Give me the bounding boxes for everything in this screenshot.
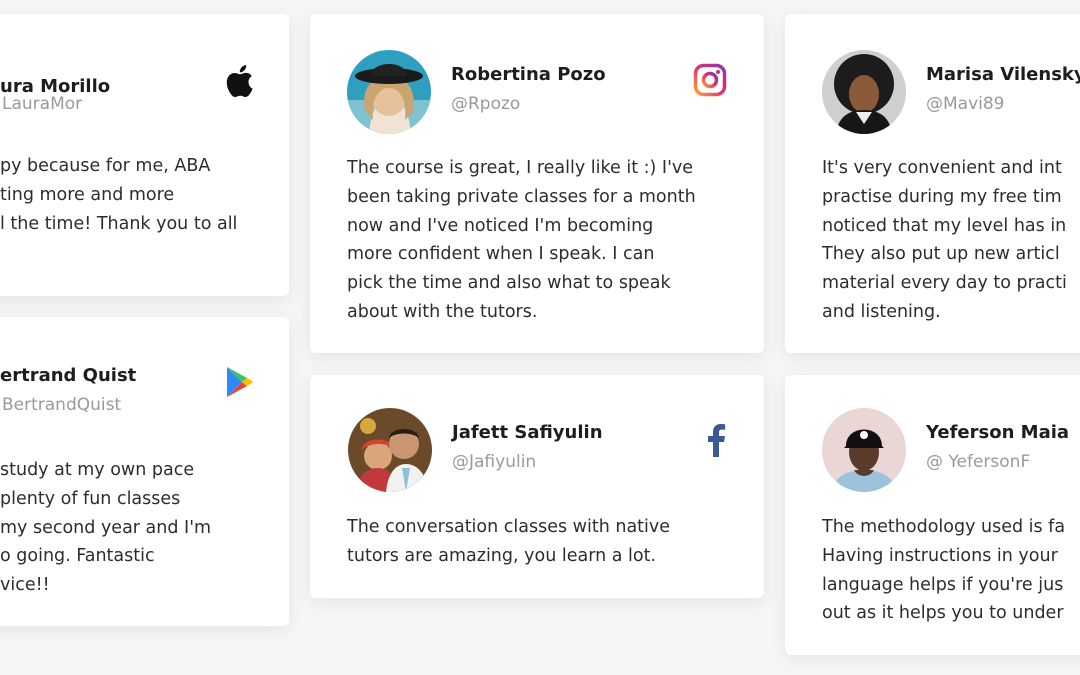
testimonial-card-jafett: Jafett Safiyulin @Jafiyulin The conversa…: [310, 375, 764, 598]
quote-line: out as it helps you to under: [822, 603, 1064, 624]
testimonial-quote: The conversation classes with native tut…: [347, 513, 670, 571]
quote-line: practise during my free tim: [822, 186, 1062, 207]
reviewer-handle: @ YefersonF: [926, 452, 1031, 472]
reviewer-handle: BertrandQuist: [2, 395, 122, 415]
reviewer-handle: @Jafiyulin: [452, 452, 537, 472]
quote-line: and listening.: [822, 301, 941, 322]
testimonial-card-laura: ura Morillo LauraMor py because for me, …: [0, 14, 289, 296]
testimonial-card-bertrand: ertrand Quist BertrandQuist study at my …: [0, 317, 289, 626]
quote-line: language helps if you're jus: [822, 574, 1064, 595]
quote-line: plenty of fun classes: [0, 488, 181, 509]
avatar: [822, 50, 906, 134]
reviewer-handle: @Rpozo: [451, 94, 521, 114]
apple-icon: [226, 65, 253, 98]
testimonial-quote: The methodology used is fa Having instru…: [822, 513, 1065, 628]
reviewer-name: ertrand Quist: [0, 365, 137, 386]
avatar: [347, 50, 431, 134]
testimonial-quote: py because for me, ABA ting more and mor…: [0, 152, 237, 238]
quote-line: The methodology used is fa: [822, 517, 1066, 537]
quote-line: py because for me, ABA: [0, 156, 211, 176]
quote-line: my second year and I'm: [0, 517, 212, 538]
quote-line: The conversation classes with native: [347, 517, 671, 537]
quote-line: The course is great, I really like it :)…: [347, 158, 694, 178]
quote-line: o going. Fantastic: [0, 546, 155, 567]
reviewer-handle: @Mavi89: [926, 94, 1005, 114]
reviewer-name: Robertina Pozo: [451, 64, 606, 85]
quote-line: now and I've noticed I'm becoming: [347, 215, 654, 236]
quote-line: tutors are amazing, you learn a lot.: [347, 545, 657, 566]
avatar: [822, 408, 906, 492]
quote-line: ting more and more: [0, 184, 175, 205]
quote-line: more confident when I speak. I can: [347, 244, 655, 265]
facebook-icon: [708, 424, 726, 457]
testimonial-card-marisa: Marisa Vilensky @Mavi89 It's very conven…: [785, 14, 1080, 353]
quote-line: Having instructions in your: [822, 545, 1058, 566]
reviewer-name: Jafett Safiyulin: [452, 422, 603, 443]
quote-line: It's very convenient and int: [822, 158, 1062, 178]
quote-line: l the time! Thank you to all: [0, 213, 238, 234]
testimonial-card-robertina: Robertina Pozo @Rpozo The course is grea…: [310, 14, 764, 353]
google-play-icon: [227, 367, 253, 397]
quote-line: pick the time and also what to speak: [347, 273, 671, 294]
quote-line: been taking private classes for a month: [347, 186, 696, 207]
quote-line: material every day to practi: [822, 273, 1067, 294]
quote-line: noticed that my level has in: [822, 215, 1067, 236]
quote-line: They also put up new articl: [822, 244, 1060, 265]
quote-line: vice!!: [0, 575, 50, 596]
reviewer-handle: LauraMor: [2, 94, 83, 114]
reviewer-name: Marisa Vilensky: [926, 64, 1080, 85]
avatar: [348, 408, 432, 492]
quote-line: study at my own pace: [0, 460, 195, 480]
testimonial-quote: The course is great, I really like it :)…: [347, 154, 696, 327]
reviewer-name: Yeferson Maia: [926, 422, 1070, 443]
testimonial-quote: It's very convenient and int practise du…: [822, 154, 1067, 327]
testimonial-card-yeferson: Yeferson Maia @ YefersonF The methodolog…: [785, 375, 1080, 655]
quote-line: about with the tutors.: [347, 301, 538, 322]
instagram-icon: [693, 63, 727, 97]
testimonial-quote: study at my own pace plenty of fun class…: [0, 456, 211, 600]
